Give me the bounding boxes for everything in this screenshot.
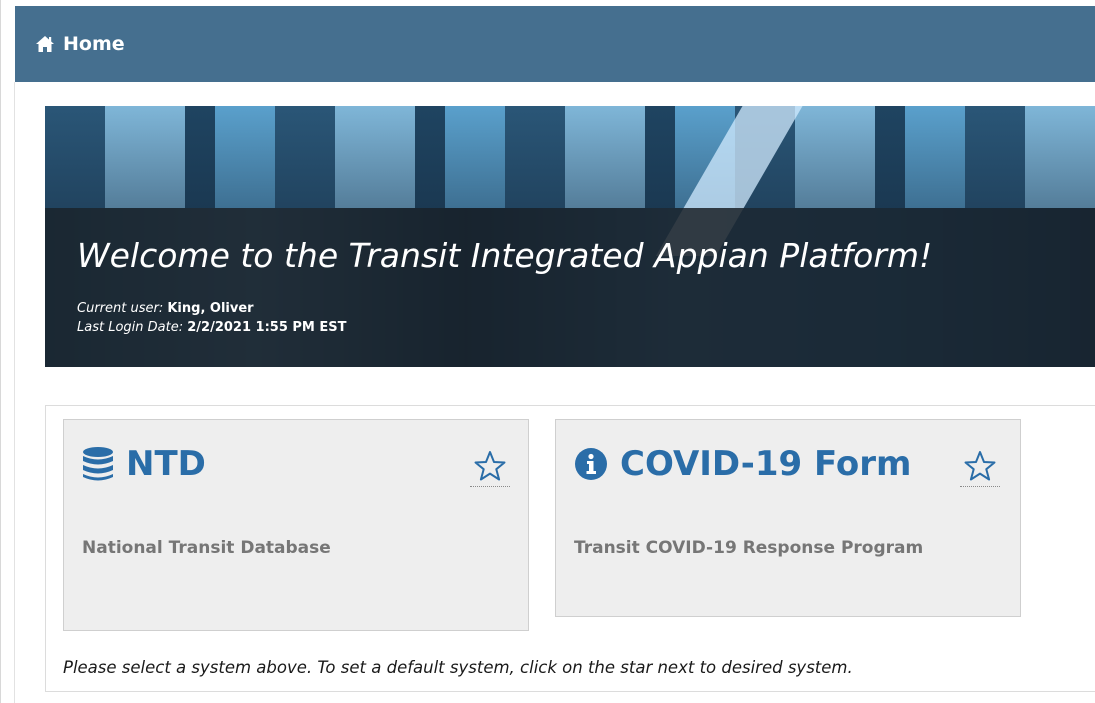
left-edge (1, 82, 15, 703)
star-outline-icon (474, 451, 506, 481)
current-user-line: Current user: King, Oliver (77, 301, 254, 316)
home-icon (35, 34, 55, 54)
welcome-banner: Welcome to the Transit Integrated Appian… (45, 106, 1095, 367)
system-description-ntd: National Transit Database (82, 538, 331, 558)
system-card-ntd[interactable]: NTD National Transit Database (63, 419, 529, 631)
welcome-heading: Welcome to the Transit Integrated Appian… (77, 236, 933, 275)
last-login-label: Last Login Date: (77, 320, 184, 335)
page-title: Home (63, 33, 125, 55)
system-title-ntd[interactable]: NTD (82, 444, 206, 484)
system-name-ntd: NTD (126, 444, 206, 484)
database-icon (82, 446, 114, 482)
info-circle-icon (574, 447, 608, 481)
system-description-covid: Transit COVID-19 Response Program (574, 538, 924, 558)
current-user-label: Current user: (77, 301, 164, 316)
favorite-star-ntd[interactable] (470, 446, 510, 487)
instructions-text: Please select a system above. To set a d… (63, 658, 853, 677)
page: Home Welcome to the Transit Integrated A… (0, 0, 1095, 703)
favorite-star-covid[interactable] (960, 446, 1000, 487)
system-name-covid: COVID-19 Form (620, 444, 912, 484)
current-user-value: King, Oliver (167, 301, 254, 316)
systems-panel: NTD National Transit Database COVID-19 F… (45, 405, 1095, 692)
system-card-covid[interactable]: COVID-19 Form Transit COVID-19 Response … (555, 419, 1021, 617)
banner-image (45, 106, 1095, 208)
last-login-line: Last Login Date: 2/2/2021 1:55 PM EST (77, 320, 347, 335)
system-title-covid[interactable]: COVID-19 Form (574, 444, 911, 484)
last-login-value: 2/2/2021 1:55 PM EST (187, 320, 347, 335)
star-outline-icon (964, 451, 996, 481)
banner-overlay (45, 208, 1095, 367)
page-header: Home (15, 6, 1095, 82)
